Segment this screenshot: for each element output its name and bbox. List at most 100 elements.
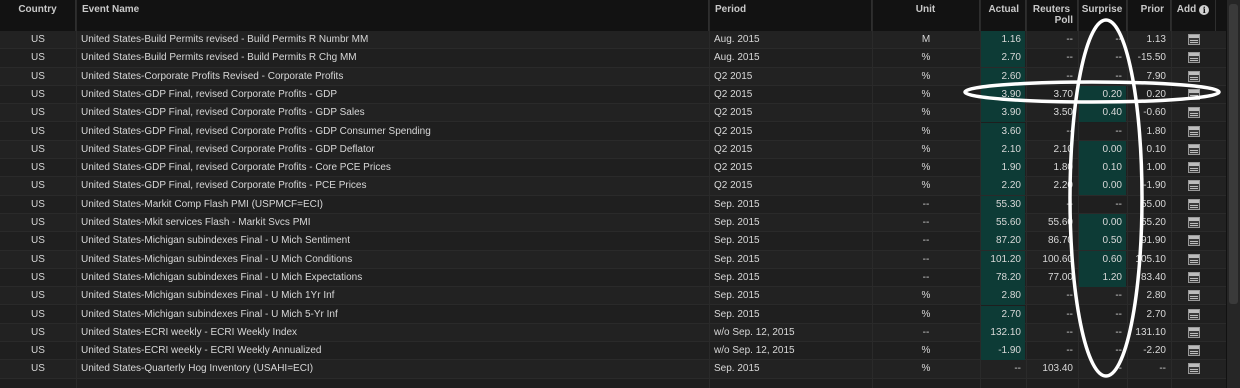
table-row[interactable]: US United States-Michigan subindexes Fina… (0, 305, 1226, 324)
table-row[interactable]: US United States-Michigan subindexes Fina… (0, 232, 1226, 251)
cell-actual: 1.16 (981, 31, 1025, 49)
table-row[interactable]: US United States-ECRI weekly - ECRI Weekl… (0, 323, 1226, 343)
cell-event-name: United States-Michigan subindexes Final … (81, 308, 338, 320)
cell-event-name: United States-Build Permits revised - Bu… (81, 34, 369, 45)
info-icon[interactable]: i (1199, 5, 1210, 15)
cell-actual: 2.80 (981, 287, 1025, 306)
cell-event-name: United States-Michigan subindexes Final … (81, 290, 335, 302)
col-header-add[interactable]: Add i (1171, 0, 1216, 31)
cell-surprise: 0.50 (1079, 232, 1126, 251)
table-row[interactable]: US United States-Michigan subindexes Fina… (0, 268, 1226, 288)
calendar-add-icon[interactable] (1187, 326, 1200, 338)
table-row[interactable]: US United States-GDP Final, revised Corpo… (0, 177, 1226, 196)
calendar-add-icon[interactable] (1187, 363, 1200, 375)
calendar-add-icon[interactable] (1187, 290, 1200, 302)
cell-surprise: 0.00 (1079, 177, 1126, 196)
col-header-reuters-poll[interactable]: Reuters Poll (1026, 0, 1078, 31)
cell-prior: 105.10 (1135, 253, 1166, 265)
table-row[interactable]: US United States-GDP Final, revised Corpo… (0, 85, 1226, 105)
col-header-period[interactable]: Period (709, 0, 872, 31)
col-header-prior[interactable]: Prior (1127, 0, 1171, 31)
calendar-add-icon[interactable] (1187, 345, 1200, 357)
cell-add (1171, 232, 1216, 250)
cell-surprise: -- (1115, 308, 1122, 320)
cell-unit: % (921, 107, 931, 119)
table-row[interactable]: US United States-GDP Final, revised Corpo… (0, 140, 1226, 160)
cell-reuters-poll: 86.70 (1047, 235, 1073, 247)
table-row[interactable]: US United States-Markit Comp Flash PMI (U… (0, 195, 1226, 214)
calendar-add-icon[interactable] (1187, 308, 1200, 320)
cell-actual: 55.60 (981, 214, 1025, 232)
cell-surprise: 0.20 (1079, 85, 1126, 104)
column-divider (1026, 0, 1027, 388)
cell-reuters-poll: -- (1066, 198, 1073, 210)
table-row[interactable]: US United States-Build Permits revised - … (0, 31, 1226, 50)
vertical-scrollbar[interactable] (1226, 0, 1240, 388)
col-header-actual[interactable]: Actual (980, 0, 1026, 31)
cell-reuters-poll: 3.70 (1053, 88, 1073, 100)
calendar-add-icon[interactable] (1187, 88, 1200, 100)
col-header-surprise[interactable]: Surprise (1078, 0, 1127, 31)
cell-prior: 0.20 (1146, 88, 1166, 100)
calendar-add-icon[interactable] (1187, 271, 1200, 283)
table-row[interactable]: US United States-Mkit services Flash - Ma… (0, 214, 1226, 233)
cell-unit: -- (922, 217, 930, 228)
calendar-add-icon[interactable] (1187, 70, 1200, 82)
table-row[interactable]: US United States-Build Permits revised - … (0, 49, 1226, 68)
cell-reuters-poll: 100.60 (1042, 253, 1073, 265)
cell-actual: 132.10 (981, 323, 1025, 342)
calendar-add-icon[interactable] (1187, 52, 1200, 64)
table-row[interactable]: US United States-Corporate Profits Revise… (0, 67, 1226, 86)
cell-country: US (31, 198, 45, 210)
cell-actual: 3.90 (981, 85, 1025, 104)
cell-unit: % (921, 125, 931, 137)
column-divider (872, 0, 873, 388)
cell-surprise: -- (1115, 290, 1122, 302)
col-header-unit[interactable]: Unit (872, 0, 980, 31)
calendar-add-icon[interactable] (1187, 253, 1200, 265)
cell-unit: % (921, 308, 931, 320)
calendar-add-icon[interactable] (1187, 235, 1200, 247)
cell-event-name: United States-Quarterly Hog Inventory (U… (81, 363, 314, 375)
cell-actual: -1.90 (981, 342, 1025, 361)
calendar-add-icon[interactable] (1187, 34, 1200, 45)
cell-period: Q2 2015 (714, 162, 753, 174)
cell-actual: 101.20 (981, 250, 1025, 269)
table-row[interactable]: US United States-Michigan subindexes Fina… (0, 287, 1226, 306)
scrollbar-thumb[interactable] (1229, 4, 1238, 304)
cell-country: US (31, 235, 45, 247)
cell-period: Aug. 2015 (714, 52, 760, 64)
cell-period: Q2 2015 (714, 70, 753, 82)
calendar-add-icon[interactable] (1187, 125, 1200, 137)
table-row[interactable]: US United States-GDP Final, revised Corpo… (0, 159, 1226, 178)
cell-actual: 3.90 (981, 104, 1025, 123)
cell-reuters-poll: -- (1066, 326, 1073, 338)
cell-unit: % (921, 52, 931, 64)
cell-prior: -15.50 (1137, 52, 1166, 64)
cell-reuters-poll: 2.10 (1053, 143, 1073, 155)
table-row[interactable]: US United States-Michigan subindexes Fina… (0, 250, 1226, 269)
cell-period: Q2 2015 (714, 125, 753, 137)
col-header-country-label: Country (18, 4, 57, 15)
table-row[interactable]: US United States-GDP Final, revised Corpo… (0, 122, 1226, 141)
cell-surprise: 0.00 (1079, 214, 1126, 232)
col-header-country[interactable]: Country (0, 0, 76, 31)
cell-surprise: -- (1115, 345, 1122, 357)
table-row[interactable]: US United States-Quarterly Hog Inventory … (0, 360, 1226, 379)
cell-unit: % (921, 345, 931, 357)
cell-surprise: 0.00 (1079, 140, 1126, 159)
calendar-add-icon[interactable] (1187, 180, 1200, 192)
cell-reuters-poll: 3.50 (1053, 107, 1073, 119)
calendar-add-icon[interactable] (1187, 162, 1200, 174)
table-row[interactable]: US United States-GDP Final, revised Corpo… (0, 104, 1226, 123)
calendar-add-icon[interactable] (1187, 198, 1200, 210)
col-header-event[interactable]: Event Name (76, 0, 709, 31)
table-row[interactable]: US United States-ECRI weekly - ECRI Weekl… (0, 342, 1226, 361)
col-header-surprise-label: Surprise (1081, 4, 1123, 15)
cell-country: US (31, 180, 45, 192)
cell-period: Q2 2015 (714, 107, 753, 119)
calendar-add-icon[interactable] (1187, 217, 1200, 228)
calendar-add-icon[interactable] (1187, 143, 1200, 155)
cell-country: US (31, 308, 45, 320)
calendar-add-icon[interactable] (1187, 107, 1200, 119)
